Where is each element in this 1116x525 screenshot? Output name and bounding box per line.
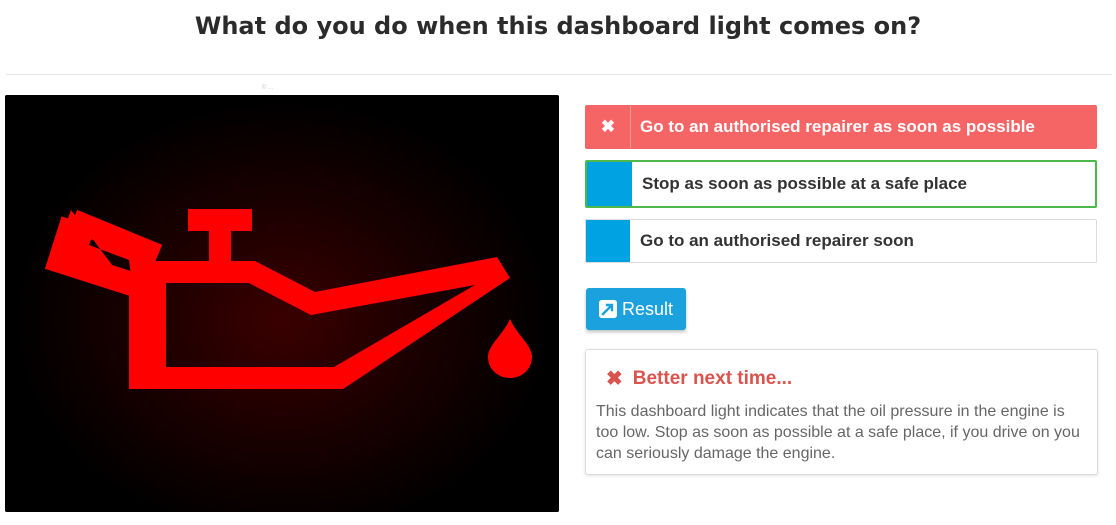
answer-option-3[interactable]: Go to an authorised repairer soon — [585, 219, 1097, 263]
image-credit: © ... — [262, 85, 274, 91]
answer-marker — [587, 162, 632, 206]
feedback-panel: ✖ Better next time... This dashboard lig… — [585, 349, 1098, 475]
answer-label: Stop as soon as possible at a safe place — [642, 174, 968, 193]
answer-option-2[interactable]: Stop as soon as possible at a safe place — [585, 160, 1097, 208]
feedback-heading: ✖ Better next time... — [606, 366, 792, 391]
dashboard-light-image — [5, 95, 559, 512]
feedback-title: Better next time... — [632, 367, 793, 389]
answer-marker — [586, 220, 630, 262]
header-divider — [6, 74, 1112, 75]
external-link-icon — [598, 300, 617, 318]
oil-pressure-warning-icon — [5, 95, 559, 512]
feedback-explanation: This dashboard light indicates that the … — [596, 403, 1080, 462]
answer-label: Go to an authorised repairer soon — [640, 231, 914, 250]
wrong-mark-icon: ✖ — [586, 106, 631, 148]
result-button-label: Result — [621, 298, 674, 319]
question-title: What do you do when this dashboard light… — [194, 12, 922, 40]
close-icon: ✖ — [606, 368, 623, 390]
result-button[interactable]: Result — [586, 288, 686, 330]
answer-option-1[interactable]: ✖ Go to an authorised repairer as soon a… — [585, 105, 1097, 149]
answer-label: Go to an authorised repairer as soon as … — [640, 117, 1035, 136]
